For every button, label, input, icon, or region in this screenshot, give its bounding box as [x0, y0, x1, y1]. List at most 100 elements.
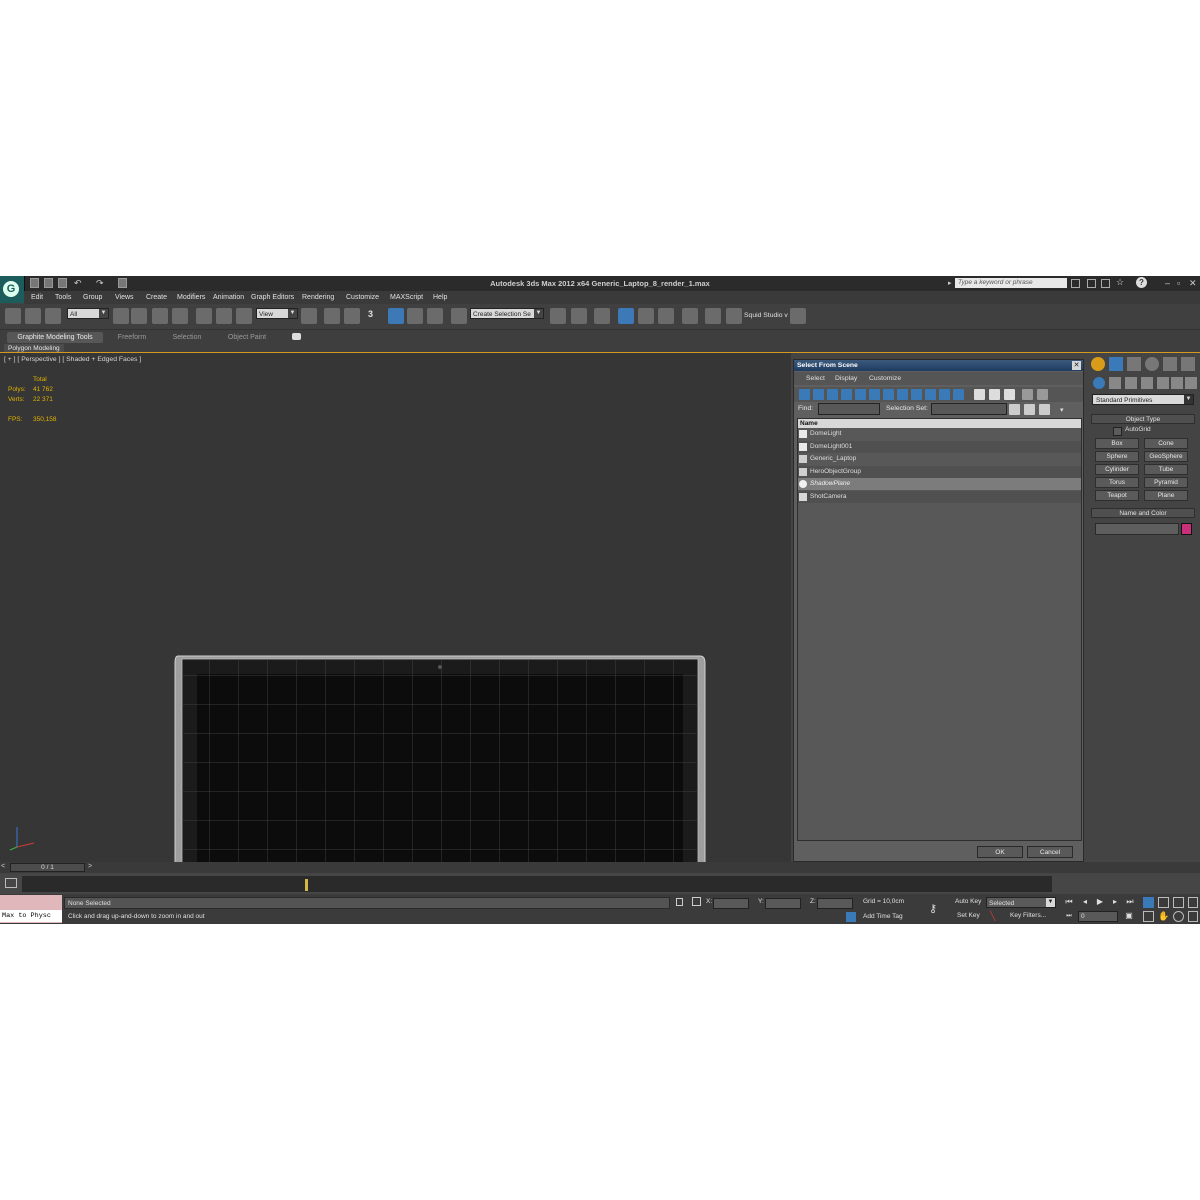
render-teapot-icon[interactable]	[790, 308, 806, 324]
play-icon[interactable]: ▶	[1095, 897, 1105, 907]
scene-object-row[interactable]: HeroObjectGroup	[798, 465, 1081, 478]
x-coordinate-field[interactable]	[713, 898, 749, 909]
render-setup-icon[interactable]	[705, 308, 721, 324]
lock-selection-icon[interactable]	[676, 898, 683, 906]
percent-snap-icon[interactable]	[407, 308, 423, 324]
mirror-icon[interactable]	[550, 308, 566, 324]
favorites-star-icon[interactable]: ☆	[1116, 277, 1124, 288]
cameras-icon[interactable]	[1141, 377, 1153, 389]
set-key-button[interactable]: Set Key	[957, 910, 980, 922]
time-configuration-icon[interactable]: ▣	[1124, 911, 1134, 921]
torus-button[interactable]: Torus	[1095, 477, 1139, 488]
go-to-end-icon[interactable]: ⏭	[1125, 897, 1135, 907]
material-editor-icon[interactable]	[682, 308, 698, 324]
teapot-button[interactable]: Teapot	[1095, 490, 1139, 501]
object-type-rollout[interactable]: Object Type	[1091, 414, 1195, 424]
select-manipulate-icon[interactable]	[324, 308, 340, 324]
previous-frame-icon[interactable]: ◂	[1080, 897, 1090, 907]
zoom-extents-icon[interactable]	[1173, 897, 1184, 908]
spinner-snap-icon[interactable]	[427, 308, 443, 324]
rotate-icon[interactable]	[216, 308, 232, 324]
perspective-viewport[interactable]: [ + ] [ Perspective ] [ Shaded + Edged F…	[0, 353, 791, 862]
create-tab-icon[interactable]	[1091, 357, 1105, 371]
absolute-mode-icon[interactable]	[692, 897, 701, 906]
sphere-button[interactable]: Sphere	[1095, 451, 1139, 462]
tab-selection[interactable]: Selection	[162, 332, 212, 343]
spacewarps-icon[interactable]	[1171, 377, 1183, 389]
maximize-viewport-icon[interactable]	[1188, 911, 1198, 922]
filter-spacewarps-icon[interactable]	[869, 389, 880, 400]
expand-options-icon[interactable]: ▾	[1060, 406, 1064, 414]
select-invert-icon[interactable]	[1004, 389, 1015, 400]
shapes-icon[interactable]	[1109, 377, 1121, 389]
orbit-icon[interactable]	[1173, 911, 1184, 922]
sort-icon[interactable]	[1037, 389, 1048, 400]
edit-named-selection-icon[interactable]	[451, 308, 467, 324]
rectangular-selection-icon[interactable]	[152, 308, 168, 324]
menu-maxscript[interactable]: MAXScript	[390, 291, 423, 304]
filter-containers-icon[interactable]	[925, 389, 936, 400]
scene-object-row[interactable]: Generic_Laptop	[798, 453, 1081, 465]
time-tag-icon[interactable]	[846, 912, 856, 922]
menu-tools[interactable]: Tools	[55, 291, 71, 304]
filter-xrefs-icon[interactable]	[897, 389, 908, 400]
select-object-icon[interactable]	[113, 308, 129, 324]
time-prev-icon[interactable]: <	[1, 863, 5, 870]
tube-button[interactable]: Tube	[1144, 464, 1188, 475]
y-coordinate-field[interactable]	[765, 898, 801, 909]
field-of-view-icon[interactable]	[1143, 911, 1154, 922]
pan-view-icon[interactable]: ✋	[1158, 911, 1169, 922]
scene-object-row[interactable]: DomeLight001	[798, 440, 1081, 453]
geometry-icon[interactable]	[1093, 377, 1105, 389]
key-filters-button[interactable]: Key Filters...	[1010, 910, 1046, 922]
filter-helpers-icon[interactable]	[855, 389, 866, 400]
helpers-icon[interactable]	[1157, 377, 1169, 389]
primitive-category-dropdown[interactable]: Standard Primitives ▼	[1092, 394, 1194, 405]
app-logo-button[interactable]: G	[0, 276, 25, 303]
align-icon[interactable]	[571, 308, 587, 324]
maxscript-mini-listener[interactable]: Max to Physc	[0, 910, 62, 922]
snap-toggle-icon[interactable]: 3	[368, 309, 373, 319]
filter-frozen-icon[interactable]	[939, 389, 950, 400]
menu-help[interactable]: Help	[433, 291, 447, 304]
key-mode-toggle-icon[interactable]: ⏭	[1064, 911, 1074, 921]
rendered-frame-icon[interactable]	[726, 308, 742, 324]
menu-group[interactable]: Group	[83, 291, 102, 304]
close-icon[interactable]: ✕	[1189, 278, 1197, 289]
graphite-toggle-icon[interactable]	[618, 308, 634, 324]
tab-object-paint[interactable]: Object Paint	[218, 332, 276, 343]
z-coordinate-field[interactable]	[817, 898, 853, 909]
curve-editor-icon[interactable]	[638, 308, 654, 324]
communication-icon[interactable]	[1101, 279, 1110, 288]
current-frame-field[interactable]: 0	[1078, 911, 1118, 922]
plane-button[interactable]: Plane	[1144, 490, 1188, 501]
object-color-swatch[interactable]	[1181, 523, 1192, 535]
dialog-menu-customize[interactable]: Customize	[869, 373, 901, 384]
filter-lights-icon[interactable]	[827, 389, 838, 400]
menu-create[interactable]: Create	[146, 291, 167, 304]
find-input[interactable]	[818, 403, 880, 415]
move-icon[interactable]	[196, 308, 212, 324]
name-and-color-rollout[interactable]: Name and Color	[1091, 508, 1195, 518]
filter-geometry-icon[interactable]	[799, 389, 810, 400]
next-frame-icon[interactable]: ▸	[1110, 897, 1120, 907]
geosphere-button[interactable]: GeoSphere	[1144, 451, 1188, 462]
key-mode-dropdown[interactable]: Selected ▼	[986, 897, 1056, 908]
project-folder-icon[interactable]	[118, 278, 127, 288]
schematic-view-icon[interactable]	[658, 308, 674, 324]
new-file-icon[interactable]	[30, 278, 39, 288]
create-selection-set-icon[interactable]	[1009, 404, 1020, 415]
filter-groups-icon[interactable]	[883, 389, 894, 400]
tab-graphite-modeling-tools[interactable]: Graphite Modeling Tools	[7, 332, 103, 343]
select-none-icon[interactable]	[989, 389, 1000, 400]
filter-toggle-icon[interactable]	[1022, 389, 1033, 400]
autogrid-checkbox[interactable]	[1113, 427, 1122, 436]
edit-selection-set-icon[interactable]	[1024, 404, 1035, 415]
link-icon[interactable]	[5, 308, 21, 324]
cancel-button[interactable]: Cancel	[1027, 846, 1073, 858]
window-crossing-icon[interactable]	[172, 308, 188, 324]
time-slider[interactable]: 0 / 1	[10, 863, 85, 872]
zoom-icon[interactable]	[1143, 897, 1154, 908]
box-button[interactable]: Box	[1095, 438, 1139, 449]
motion-tab-icon[interactable]	[1145, 357, 1159, 371]
